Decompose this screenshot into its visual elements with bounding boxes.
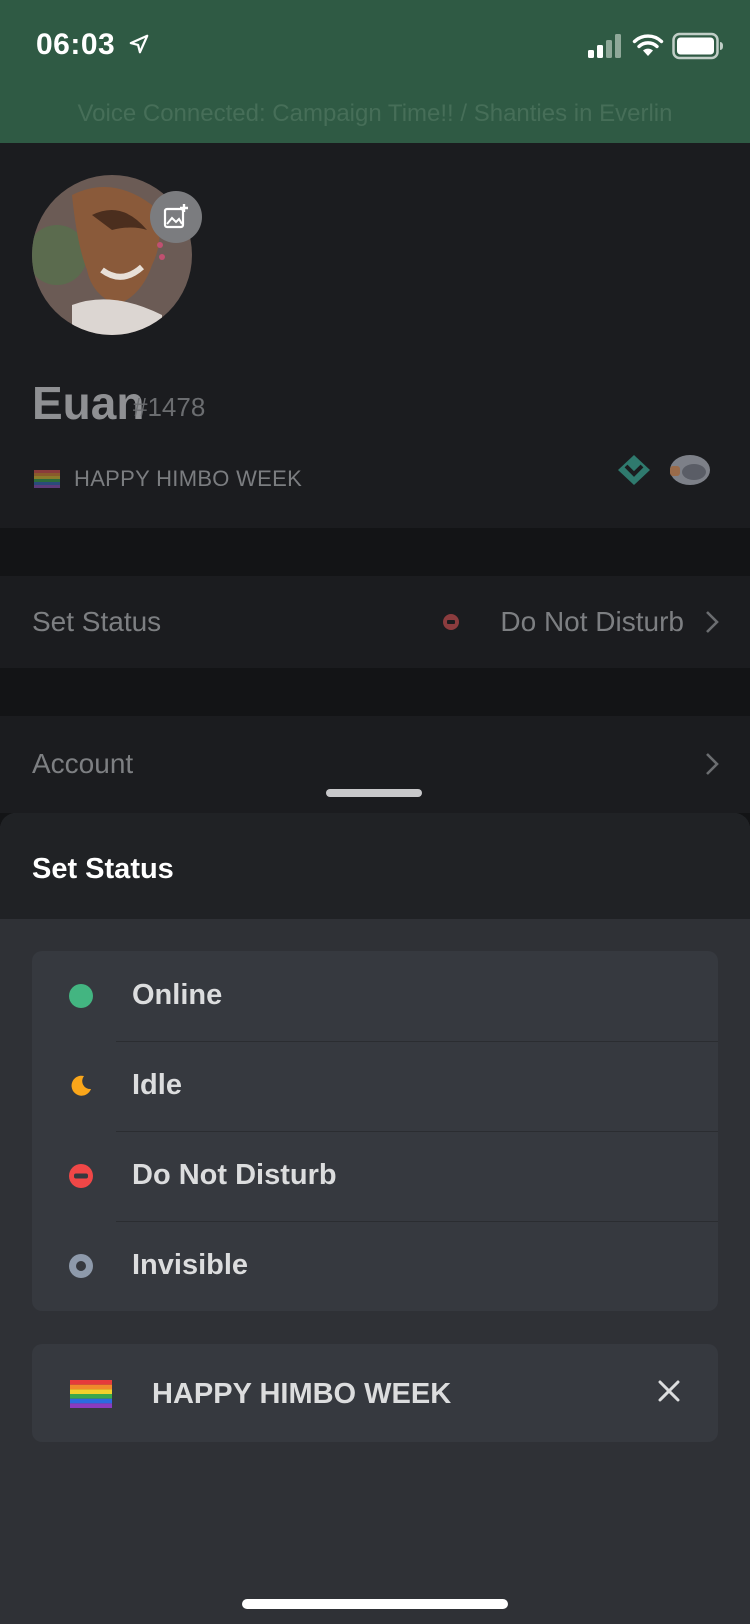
idle-moon-icon: [71, 1075, 91, 1096]
clear-custom-status-icon[interactable]: [654, 1376, 684, 1406]
section-gap: [0, 668, 750, 716]
dnd-icon: [69, 1164, 93, 1188]
wifi-icon: [632, 34, 664, 56]
nitro-badge-icon: [670, 455, 710, 485]
rainbow-flag-icon: [34, 470, 60, 488]
status-option-invisible[interactable]: Invisible: [32, 1221, 718, 1311]
status-option-online[interactable]: Online: [32, 951, 718, 1041]
profile-custom-status: HAPPY HIMBO WEEK: [34, 466, 302, 492]
online-dot-icon: [69, 984, 93, 1008]
sheet-drag-handle[interactable]: [326, 789, 422, 797]
invisible-ring-icon: [69, 1254, 93, 1278]
custom-status-card[interactable]: HAPPY HIMBO WEEK: [32, 1344, 718, 1442]
current-status-value: Do Not Disturb: [500, 606, 684, 637]
status-option-label: Do Not Disturb: [132, 1159, 337, 1191]
profile-custom-status-text: HAPPY HIMBO WEEK: [74, 466, 303, 491]
account-label: Account: [32, 748, 134, 779]
status-option-dnd[interactable]: Do Not Disturb: [32, 1131, 718, 1221]
cellular-signal-icon: [588, 34, 621, 58]
battery-icon: [672, 32, 723, 60]
status-option-label: Idle: [132, 1069, 182, 1101]
set-status-row[interactable]: Set Status Do Not Disturb: [0, 576, 750, 668]
sheet-title: Set Status: [32, 853, 174, 885]
voice-connected-text: Voice Connected: Campaign Time!! / Shant…: [77, 100, 673, 127]
status-option-label: Invisible: [132, 1249, 249, 1281]
status-bar-time: 06:03: [36, 28, 116, 61]
voice-connected-banner[interactable]: 06:03 Voice Connected: Campaign Time!! /…: [0, 0, 750, 143]
discriminator: #1478: [133, 392, 206, 422]
status-option-label: Online: [132, 979, 223, 1011]
status-option-idle[interactable]: Idle: [32, 1041, 718, 1131]
set-status-label: Set Status: [32, 606, 162, 637]
dnd-status-icon: [443, 614, 459, 630]
sheet-header: Set Status: [0, 813, 750, 919]
section-gap: [0, 528, 750, 576]
add-image-icon[interactable]: [150, 191, 202, 243]
status-options-card: Online Idle Do Not Disturb Invisible: [32, 951, 718, 1311]
custom-status-text: HAPPY HIMBO WEEK: [152, 1378, 452, 1410]
username: Euan: [32, 377, 145, 429]
home-indicator[interactable]: [242, 1599, 508, 1609]
set-status-sheet: Set Status Online Idle Do Not Disturb In…: [0, 813, 750, 1624]
account-row[interactable]: Account: [0, 716, 750, 813]
rainbow-flag-icon: [70, 1380, 112, 1408]
chevron-right-icon: [706, 753, 719, 775]
location-arrow-icon: [129, 34, 149, 54]
hypesquad-badge-icon: [618, 455, 650, 485]
chevron-right-icon: [706, 611, 719, 633]
